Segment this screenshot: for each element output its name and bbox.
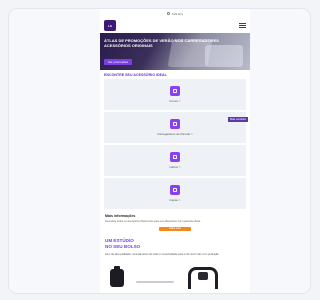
- hero-image-accessory: [205, 45, 243, 67]
- info-cta-button[interactable]: Saiba mais: [159, 227, 191, 232]
- info-title: Mais informações: [105, 214, 136, 218]
- category-card[interactable]: Cabos >: [104, 145, 246, 176]
- category-tag: Mais vendidos: [228, 117, 248, 122]
- category-card[interactable]: Fones >: [104, 79, 246, 110]
- promo-title-line2: NO SEU BOLSO: [105, 244, 141, 249]
- product-images: [100, 259, 250, 289]
- category-label: Fones >: [169, 99, 181, 103]
- mobile-page-screenshot: Talk Ezy LG ÁTLAS DE PROMOÇÕES DE VERÃO …: [100, 9, 250, 293]
- category-label: Cabos >: [169, 165, 181, 169]
- preview-card: Talk Ezy LG ÁTLAS DE PROMOÇÕES DE VERÃO …: [8, 8, 311, 294]
- category-card[interactable]: Capas >: [104, 178, 246, 209]
- cable-image[interactable]: [136, 281, 174, 283]
- charger-icon: [170, 119, 180, 129]
- category-label: Capas >: [169, 198, 181, 202]
- promo-text: Som de alta qualidade, cancelamento de r…: [105, 252, 220, 256]
- info-section: Mais informações Descubra todos os acess…: [105, 214, 245, 232]
- hamburger-menu-icon[interactable]: [239, 22, 246, 29]
- brand-logo[interactable]: LG: [104, 20, 116, 31]
- speaker-image[interactable]: [110, 266, 124, 287]
- site-header: LG: [100, 18, 250, 33]
- address-bar[interactable]: Talk Ezy: [100, 9, 250, 18]
- hero-cta-button[interactable]: Ver promoções: [104, 59, 133, 65]
- categories-title: ENCONTRE SEU ACESSÓRIO IDEAL: [104, 73, 167, 77]
- category-label: Carregadores de Parede >: [157, 132, 193, 136]
- address-url: Talk Ezy: [171, 11, 184, 16]
- lock-icon: [166, 12, 170, 15]
- case-icon: [170, 185, 180, 195]
- promo-section: UM ESTÚDIO NO SEU BOLSO Som de alta qual…: [105, 238, 245, 256]
- headphones-image[interactable]: [188, 267, 218, 289]
- info-text: Descubra todos os acessórios disponíveis…: [105, 220, 201, 223]
- headphones-icon: [170, 86, 180, 96]
- brand-logo-text: LG: [107, 23, 113, 28]
- category-card[interactable]: Carregadores de Parede > Mais vendidos: [104, 112, 248, 143]
- hero-title: ÁTLAS DE PROMOÇÕES DE VERÃO NOS CARREGAD…: [104, 38, 219, 48]
- cable-icon: [170, 152, 180, 162]
- hero-banner[interactable]: ÁTLAS DE PROMOÇÕES DE VERÃO NOS CARREGAD…: [100, 33, 250, 70]
